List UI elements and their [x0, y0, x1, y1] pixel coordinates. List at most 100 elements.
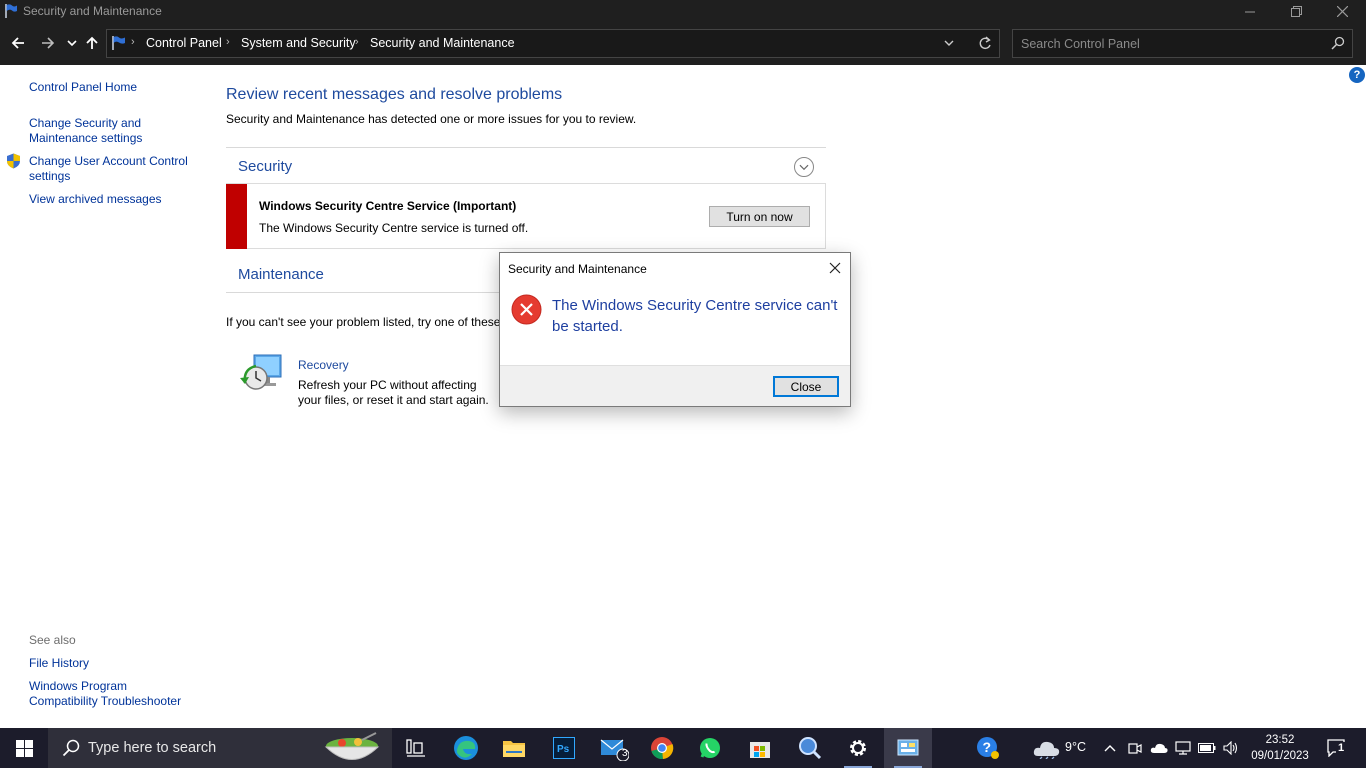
search-app[interactable]	[786, 728, 834, 768]
uac-shield-icon	[7, 153, 20, 169]
chevron-down-icon[interactable]	[943, 36, 955, 50]
arrow-right-icon	[42, 37, 55, 49]
arrow-left-icon	[11, 37, 24, 49]
breadcrumb-separator: ›	[131, 36, 135, 48]
navigation-bar: › Control Panel › System and Security › …	[0, 23, 1366, 65]
chevron-up-icon	[1104, 745, 1116, 752]
recent-locations-button[interactable]	[62, 33, 82, 53]
notifications-button[interactable]: 1	[1322, 728, 1352, 768]
recovery-description: Refresh your PC without affecting your f…	[298, 378, 489, 407]
network-tray[interactable]	[1172, 728, 1194, 768]
network-icon	[1175, 741, 1191, 755]
breadcrumb-system-and-security[interactable]: System and Security	[241, 36, 356, 50]
chrome-app[interactable]	[638, 728, 686, 768]
mail-app[interactable]: 3	[590, 728, 638, 768]
help-icon[interactable]: ?	[1349, 67, 1365, 83]
volume-tray[interactable]	[1220, 728, 1242, 768]
address-bar[interactable]: › Control Panel › System and Security › …	[106, 29, 1000, 58]
breadcrumb-separator: ›	[226, 36, 230, 48]
page-heading: Review recent messages and resolve probl…	[226, 86, 563, 103]
photoshop-icon: Ps	[553, 737, 575, 759]
weather-temperature[interactable]: 9°C	[1065, 740, 1086, 754]
restore-icon	[1290, 6, 1302, 17]
gear-icon	[850, 740, 866, 756]
restore-button[interactable]	[1273, 0, 1319, 23]
security-alert: Windows Security Centre Service (Importa…	[226, 183, 826, 249]
dialog-title: Security and Maintenance	[508, 262, 647, 276]
security-flag-icon	[5, 4, 17, 18]
control-panel-app[interactable]	[884, 728, 932, 768]
error-icon	[511, 294, 542, 325]
taskbar-clock[interactable]: 23:52 09/01/2023	[1240, 732, 1320, 764]
back-button[interactable]	[8, 33, 28, 53]
camera-icon	[1128, 743, 1142, 754]
microsoft-store-app[interactable]	[736, 728, 784, 768]
edge-app[interactable]	[442, 728, 490, 768]
salad-bowl-icon	[324, 732, 380, 760]
up-button[interactable]	[82, 33, 102, 53]
file-history-link[interactable]: File History	[29, 656, 89, 671]
clock-date: 09/01/2023	[1251, 750, 1309, 762]
search-icon	[62, 739, 80, 757]
breadcrumb-security-and-maintenance[interactable]: Security and Maintenance	[370, 36, 515, 50]
search-icon[interactable]	[1331, 36, 1345, 50]
search-box[interactable]	[1012, 29, 1353, 58]
window-title: Security and Maintenance	[23, 4, 162, 18]
svg-text:?: ?	[983, 739, 992, 755]
security-flag-icon	[112, 36, 125, 50]
chrome-icon	[651, 737, 674, 760]
windows-logo-icon	[15, 739, 33, 757]
task-view-icon	[406, 739, 425, 757]
taskbar-search[interactable]	[48, 728, 392, 768]
cloud-icon	[1033, 741, 1060, 759]
close-window-button[interactable]	[1319, 0, 1365, 23]
task-view-button[interactable]	[392, 728, 440, 768]
help-tray-button[interactable]: ?	[975, 728, 1001, 768]
minimize-icon	[1245, 11, 1255, 12]
file-explorer-app[interactable]	[490, 728, 538, 768]
change-uac-settings-link[interactable]: Change User Account Control settings	[29, 154, 199, 184]
compatibility-troubleshooter-link[interactable]: Windows Program Compatibility Troublesho…	[29, 679, 199, 709]
show-hidden-icons-button[interactable]	[1101, 728, 1119, 768]
alert-title: Windows Security Centre Service (Importa…	[259, 199, 517, 213]
battery-icon	[1198, 743, 1216, 753]
help-icon: ?	[977, 737, 999, 759]
alert-severity-bar	[226, 184, 247, 249]
recovery-link[interactable]: Recovery	[298, 358, 349, 372]
chevron-down-icon[interactable]	[794, 157, 814, 177]
battery-tray[interactable]	[1196, 728, 1218, 768]
whatsapp-app[interactable]	[686, 728, 734, 768]
settings-app[interactable]	[834, 728, 882, 768]
forward-button[interactable]	[38, 33, 58, 53]
search-input[interactable]	[1013, 30, 1323, 57]
start-button[interactable]	[0, 728, 48, 768]
breadcrumb-separator: ›	[355, 36, 359, 48]
dialog-close-button[interactable]: Close	[773, 376, 839, 397]
dialog-footer: Close	[500, 365, 850, 406]
page-description: Security and Maintenance has detected on…	[226, 112, 637, 126]
notification-count: 1	[1336, 742, 1347, 754]
mail-badge: 3	[622, 748, 628, 759]
turn-on-now-button[interactable]: Turn on now	[709, 206, 810, 227]
chevron-down-icon	[67, 40, 77, 47]
taskbar-search-input[interactable]	[88, 736, 328, 760]
error-dialog: Security and Maintenance The Windows Sec…	[499, 252, 851, 407]
change-security-settings-link[interactable]: Change Security and Maintenance settings	[29, 116, 159, 146]
security-section-title: Security	[238, 158, 293, 175]
close-icon[interactable]	[826, 259, 844, 277]
weather-button[interactable]	[1030, 728, 1064, 768]
taskbar: Ps 3 ? 9°C	[0, 728, 1366, 768]
meet-now-tray[interactable]	[1125, 728, 1145, 768]
dialog-message: The Windows Security Centre service can'…	[552, 297, 838, 335]
onedrive-tray[interactable]	[1148, 728, 1170, 768]
minimize-button[interactable]	[1227, 0, 1273, 23]
view-archived-messages-link[interactable]: View archived messages	[29, 192, 162, 207]
control-panel-home-link[interactable]: Control Panel Home	[29, 80, 137, 95]
photoshop-app[interactable]: Ps	[540, 728, 588, 768]
svg-text:Ps: Ps	[557, 744, 570, 755]
breadcrumb-control-panel[interactable]: Control Panel	[146, 36, 222, 50]
security-section-header[interactable]: Security	[226, 147, 826, 183]
close-icon	[1336, 6, 1348, 17]
refresh-icon[interactable]	[977, 34, 993, 52]
recovery-icon[interactable]	[238, 352, 284, 396]
